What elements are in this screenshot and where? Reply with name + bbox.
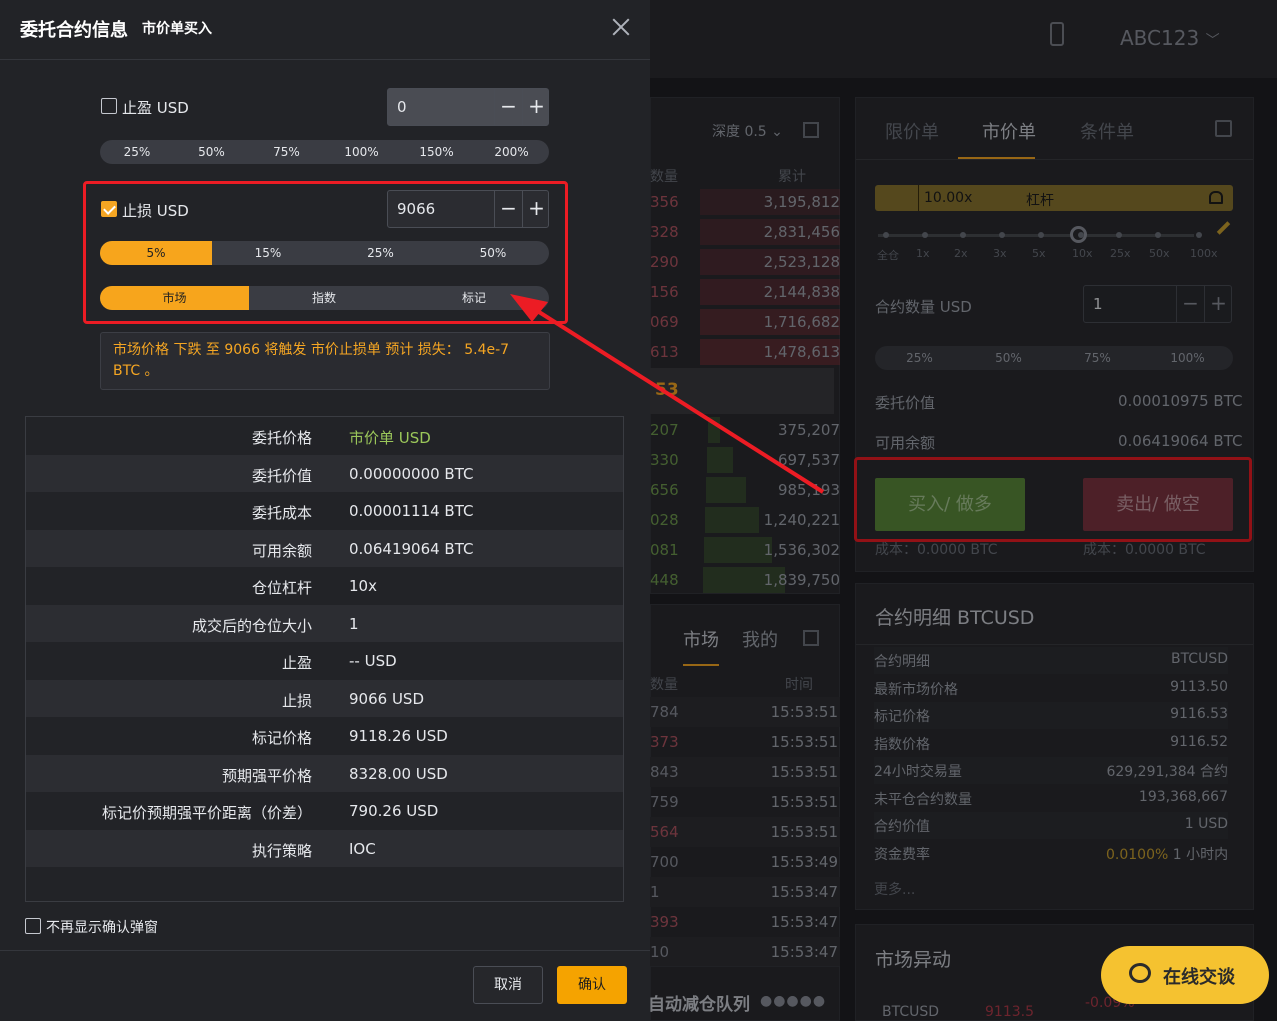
annotation-arrow bbox=[510, 294, 825, 494]
